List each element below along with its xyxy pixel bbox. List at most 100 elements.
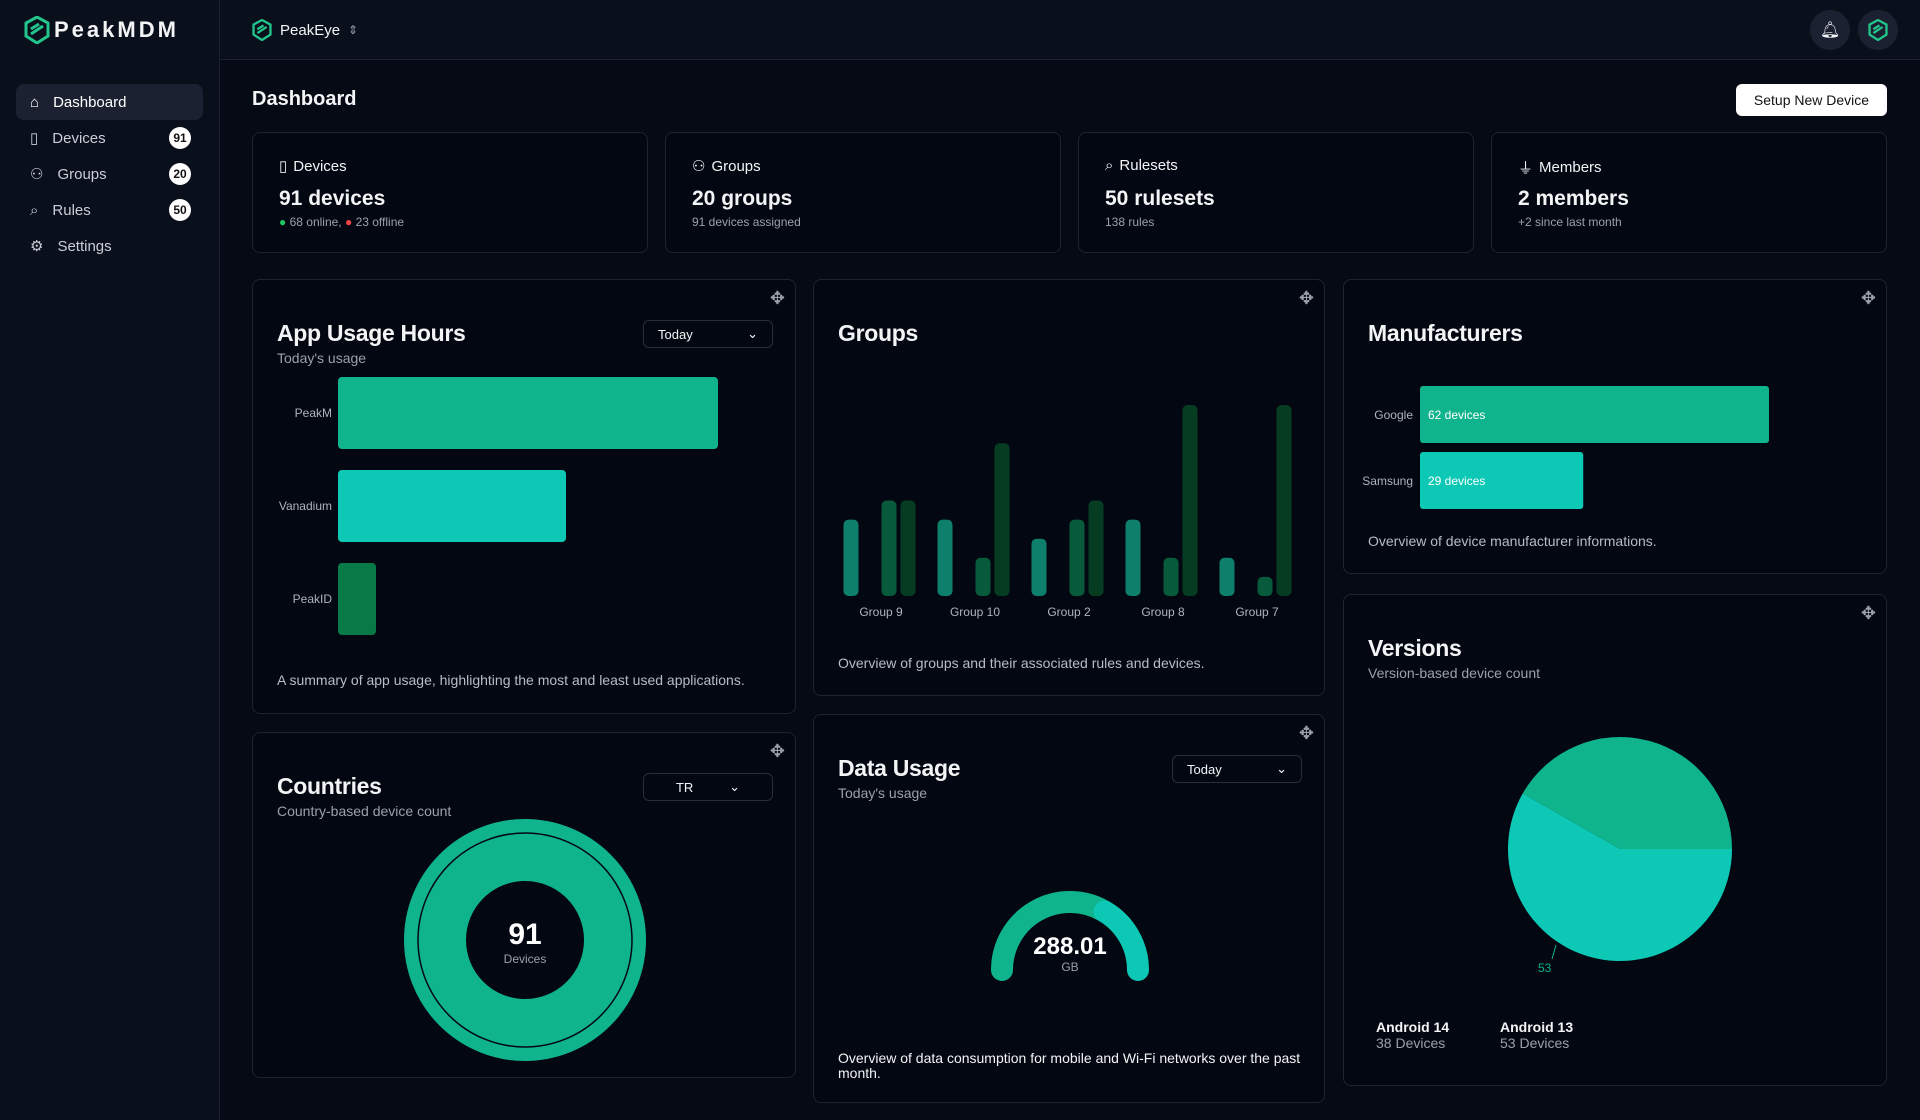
stat-card-members[interactable]: ⏚ Members 2 members +2 since last month — [1491, 132, 1887, 253]
countries-donut: 91 Devices — [404, 819, 646, 1061]
sidebar-item-devices[interactable]: ▯ Devices 91 — [16, 120, 203, 156]
legend-name: Android 13 — [1500, 1019, 1574, 1035]
stat-card-devices[interactable]: ▯ Devices 91 devices ● 68 online, ● 23 of… — [252, 132, 648, 253]
count-badge: 50 — [169, 199, 191, 221]
smartphone-icon: ▯ — [30, 130, 39, 147]
range-select[interactable]: Today ⌄ — [1172, 755, 1302, 783]
sidebar-item-groups[interactable]: ⚇ Groups 20 — [16, 156, 203, 192]
notifications-button[interactable]: 🔔︎ — [1810, 10, 1850, 50]
card-subtitle: Version-based device count — [1368, 665, 1540, 681]
stat-label: Rulesets — [1119, 157, 1178, 174]
sidebar-item-dashboard[interactable]: ⌂ Dashboard — [16, 84, 203, 120]
peak-logo-icon — [252, 19, 272, 41]
group-bar — [843, 519, 859, 596]
peak-logo-icon — [24, 16, 50, 44]
donut-total: 91 — [508, 918, 541, 951]
workspace-switcher[interactable]: PeakEye ⇕ — [252, 19, 358, 41]
group-axis-label: Group 7 — [1235, 605, 1279, 619]
offline-count: 23 offline — [355, 215, 405, 229]
chevron-down-icon: ⌄ — [729, 779, 741, 794]
legend-name: Android 14 — [1376, 1019, 1450, 1035]
gauge-value: 288.01 — [1033, 933, 1106, 960]
versions-pie: 53 — [1508, 737, 1732, 975]
group-bar — [1219, 557, 1235, 596]
data-usage-gauge: 288.01 GB — [991, 891, 1149, 981]
data-usage-card: ✥ Data Usage Today's usage Today ⌄ 288.01… — [813, 714, 1325, 1103]
legend-count: 53 Devices — [1500, 1035, 1570, 1051]
app-usage-bar-label: PeakID — [293, 592, 333, 606]
manufacturer-label: Samsung — [1362, 474, 1413, 488]
manufacturer-label: Google — [1374, 408, 1413, 422]
stat-value: 50 rulesets — [1105, 187, 1215, 210]
group-bar — [994, 443, 1010, 596]
stat-sub: +2 since last month — [1518, 215, 1622, 229]
gauge-segment — [1093, 900, 1149, 981]
chevron-down-icon: ⌄ — [1276, 761, 1287, 776]
sidebar-item-label: Devices — [52, 129, 106, 147]
stat-sub: 91 devices assigned — [692, 215, 801, 229]
card-title: Countries — [277, 773, 382, 799]
donut-total-label: Devices — [504, 952, 547, 966]
tag-icon: ⌕ — [30, 201, 39, 219]
avatar[interactable] — [1858, 10, 1898, 50]
group-axis-label: Group 8 — [1141, 605, 1185, 619]
country-select[interactable]: TR ⌄ — [643, 773, 773, 801]
group-bar — [1276, 405, 1292, 596]
stat-value: 20 groups — [692, 187, 793, 210]
group-bar — [1069, 519, 1085, 596]
users-icon: ⚇ — [30, 166, 44, 183]
range-value: Today — [1187, 761, 1222, 777]
app-usage-bar-label: PeakM — [295, 406, 332, 420]
sidebar-item-label: Dashboard — [53, 93, 127, 111]
stat-label: Members — [1539, 159, 1602, 176]
sidebar-item-settings[interactable]: ⚙ Settings — [16, 228, 203, 264]
pie-label-leader — [1551, 944, 1557, 960]
app-usage-chart: PeakM Vanadium PeakID — [279, 377, 718, 635]
device-status: ● 68 online, ● 23 offline — [279, 215, 405, 229]
group-axis-label: Group 10 — [950, 605, 1000, 619]
card-subtitle: Today's usage — [838, 785, 928, 801]
home-icon: ⌂ — [30, 93, 40, 111]
setup-new-device-button[interactable]: Setup New Device — [1736, 84, 1887, 116]
move-handle-icon[interactable]: ✥ — [770, 741, 785, 762]
group-bar — [881, 500, 897, 596]
users-icon: ⚇ — [692, 158, 706, 175]
stat-value: 91 devices — [279, 187, 386, 210]
stat-card-rulesets[interactable]: ⌕ Rulesets 50 rulesets 138 rules — [1078, 132, 1474, 253]
group-bar — [975, 557, 991, 596]
smartphone-icon: ▯ — [279, 158, 288, 175]
app-logo[interactable]: PeakMDM — [24, 16, 179, 44]
groups-chart: Group 9 Group 10 Group 2 Group 8 Group 7 — [843, 405, 1292, 619]
page-title: Dashboard — [252, 88, 357, 110]
stat-value: 2 members — [1518, 187, 1629, 210]
versions-card: ✥ Versions Version-based device count 53… — [1343, 594, 1887, 1086]
group-bar — [900, 500, 916, 596]
pie-slice-label: 53 — [1538, 961, 1552, 975]
move-handle-icon[interactable]: ✥ — [1299, 723, 1314, 744]
group-axis-label: Group 9 — [859, 605, 903, 619]
countries-card: ✥ Countries Country-based device count T… — [252, 732, 796, 1078]
card-description: Overview of groups and their associated … — [838, 655, 1205, 671]
app-usage-bar-label: Vanadium — [279, 499, 332, 513]
manufacturers-chart: Google 62 devices Samsung 29 devices — [1362, 386, 1769, 509]
app-usage-bar — [338, 377, 718, 449]
stat-label: Devices — [293, 157, 347, 175]
card-title: Data Usage — [838, 755, 961, 781]
gear-icon: ⚙ — [30, 238, 44, 255]
group-bar — [1257, 576, 1273, 596]
manufacturer-data-label: 62 devices — [1428, 408, 1485, 422]
count-badge: 20 — [169, 163, 191, 185]
stat-label: Groups — [711, 157, 761, 175]
count-badge: 91 — [169, 127, 191, 149]
sidebar-item-label: Rules — [52, 201, 91, 219]
sidebar-item-rules[interactable]: ⌕ Rules 50 — [16, 192, 203, 228]
move-handle-icon[interactable]: ✥ — [1861, 603, 1876, 624]
bell-icon: 🔔︎ — [1819, 22, 1841, 39]
network-icon: ⏚ — [1518, 160, 1534, 177]
stat-card-groups[interactable]: ⚇ Groups 20 groups 91 devices assigned — [665, 132, 1061, 253]
group-bar — [1031, 538, 1047, 596]
group-bar — [1088, 500, 1104, 596]
group-bar — [1182, 405, 1198, 596]
chevron-up-down-icon: ⇕ — [348, 23, 359, 37]
card-description: Overview of data consumption for mobile … — [838, 1050, 1301, 1081]
